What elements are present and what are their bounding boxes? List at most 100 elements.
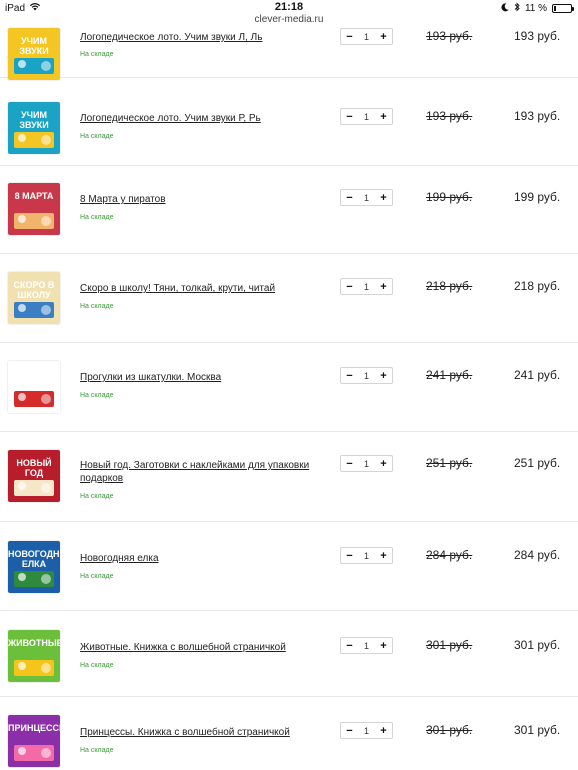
product-cover-text: ПРИНЦЕССЫ	[8, 723, 60, 733]
product-cover-text: СКОРО В ШКОЛУ	[13, 280, 55, 300]
quantity-value[interactable]: 1	[364, 32, 369, 42]
decrease-quantity-button[interactable]: −	[345, 370, 354, 382]
stock-status: На складе	[80, 133, 114, 140]
increase-quantity-button[interactable]: +	[379, 111, 388, 123]
quantity-value[interactable]: 1	[364, 551, 369, 561]
total-price: 218 руб.	[514, 279, 561, 293]
old-price: 301 руб.	[426, 723, 473, 737]
decrease-quantity-button[interactable]: −	[345, 111, 354, 123]
old-price: 193 руб.	[426, 29, 473, 43]
decrease-quantity-button[interactable]: −	[345, 725, 354, 737]
total-price: 301 руб.	[514, 638, 561, 652]
product-title-link[interactable]: Скоро в школу! Тяни, толкай, крути, чита…	[80, 282, 320, 295]
cart-row: НОВОГОДНЯЯ ЕЛКА Новогодняя елка На склад…	[0, 522, 578, 611]
increase-quantity-button[interactable]: +	[379, 458, 388, 470]
old-price: 199 руб.	[426, 190, 473, 204]
product-cover-text: УЧИМ ЗВУКИ	[19, 110, 49, 130]
stock-status: На складе	[80, 662, 114, 669]
cart-row: Прогулки из шкатулки. Москва На складе −…	[0, 343, 578, 432]
cart-row: УЧИМ ЗВУКИ Логопедическое лото. Учим зву…	[0, 0, 578, 80]
total-price: 284 руб.	[514, 548, 561, 562]
product-title-link[interactable]: Новогодняя елка	[80, 552, 320, 565]
decrease-quantity-button[interactable]: −	[345, 550, 354, 562]
product-cover-text: НОВОГОДНЯЯ ЕЛКА	[8, 549, 60, 569]
product-title-link[interactable]: Прогулки из шкатулки. Москва	[80, 371, 320, 384]
decrease-quantity-button[interactable]: −	[345, 281, 354, 293]
stock-status: На складе	[80, 747, 114, 754]
increase-quantity-button[interactable]: +	[379, 281, 388, 293]
product-thumbnail[interactable]: ЖИВОТНЫЕ	[8, 630, 60, 682]
product-cover-text: НОВЫЙ ГОД	[16, 458, 52, 478]
stock-status: На складе	[80, 392, 114, 399]
stock-status: На складе	[80, 573, 114, 580]
quantity-stepper: − 1 +	[340, 108, 393, 125]
quantity-stepper: − 1 +	[340, 722, 393, 739]
cart-list: УЧИМ ЗВУКИ Логопедическое лото. Учим зву…	[0, 0, 578, 770]
old-price: 241 руб.	[426, 368, 473, 382]
quantity-value[interactable]: 1	[364, 459, 369, 469]
cart-row: ЖИВОТНЫЕ Животные. Книжка с волшебной ст…	[0, 611, 578, 697]
increase-quantity-button[interactable]: +	[379, 550, 388, 562]
old-price: 284 руб.	[426, 548, 473, 562]
product-cover-text: УЧИМ ЗВУКИ	[19, 36, 49, 56]
increase-quantity-button[interactable]: +	[379, 640, 388, 652]
product-thumbnail[interactable]: УЧИМ ЗВУКИ	[8, 102, 60, 154]
stock-status: На складе	[80, 493, 114, 500]
cart-row: СКОРО В ШКОЛУ Скоро в школу! Тяни, толка…	[0, 254, 578, 343]
product-cover-text: 8 МАРТА	[14, 191, 54, 201]
quantity-value[interactable]: 1	[364, 726, 369, 736]
product-thumbnail[interactable]: НОВЫЙ ГОД	[8, 450, 60, 502]
product-title-link[interactable]: Логопедическое лото. Учим звуки Л, Ль	[80, 31, 320, 44]
increase-quantity-button[interactable]: +	[379, 192, 388, 204]
old-price: 301 руб.	[426, 638, 473, 652]
product-title-link[interactable]: 8 Марта у пиратов	[80, 193, 320, 206]
increase-quantity-button[interactable]: +	[379, 31, 388, 43]
quantity-value[interactable]: 1	[364, 282, 369, 292]
increase-quantity-button[interactable]: +	[379, 725, 388, 737]
quantity-value[interactable]: 1	[364, 112, 369, 122]
product-cover-text: ЖИВОТНЫЕ	[8, 638, 60, 648]
quantity-stepper: − 1 +	[340, 455, 393, 472]
product-thumbnail[interactable]: СКОРО В ШКОЛУ	[8, 272, 60, 324]
product-thumbnail[interactable]: 8 МАРТА	[8, 183, 60, 235]
stock-status: На складе	[80, 214, 114, 221]
product-thumbnail[interactable]: УЧИМ ЗВУКИ	[8, 28, 60, 80]
decrease-quantity-button[interactable]: −	[345, 640, 354, 652]
product-title-link[interactable]: Логопедическое лото. Учим звуки Р, Рь	[80, 112, 320, 125]
decrease-quantity-button[interactable]: −	[345, 31, 354, 43]
quantity-stepper: − 1 +	[340, 367, 393, 384]
product-title-link[interactable]: Животные. Книжка с волшебной страничкой	[80, 641, 320, 654]
total-price: 199 руб.	[514, 190, 561, 204]
quantity-stepper: − 1 +	[340, 28, 393, 45]
total-price: 251 руб.	[514, 456, 561, 470]
product-thumbnail[interactable]	[8, 361, 60, 413]
total-price: 241 руб.	[514, 368, 561, 382]
cart-row: 8 МАРТА 8 Марта у пиратов На складе − 1 …	[0, 166, 578, 254]
quantity-value[interactable]: 1	[364, 641, 369, 651]
stock-status: На складе	[80, 303, 114, 310]
cart-row: ПРИНЦЕССЫ Принцессы. Книжка с волшебной …	[0, 697, 578, 770]
product-title-link[interactable]: Принцессы. Книжка с волшебной страничкой	[80, 726, 320, 739]
quantity-value[interactable]: 1	[364, 371, 369, 381]
cart-row: НОВЫЙ ГОД Новый год. Заготовки с наклейк…	[0, 432, 578, 522]
quantity-stepper: − 1 +	[340, 278, 393, 295]
decrease-quantity-button[interactable]: −	[345, 192, 354, 204]
old-price: 193 руб.	[426, 109, 473, 123]
total-price: 193 руб.	[514, 109, 561, 123]
quantity-stepper: − 1 +	[340, 547, 393, 564]
product-title-link[interactable]: Новый год. Заготовки с наклейками для уп…	[80, 459, 320, 485]
quantity-stepper: − 1 +	[340, 189, 393, 206]
quantity-stepper: − 1 +	[340, 637, 393, 654]
total-price: 193 руб.	[514, 29, 561, 43]
total-price: 301 руб.	[514, 723, 561, 737]
old-price: 218 руб.	[426, 279, 473, 293]
increase-quantity-button[interactable]: +	[379, 370, 388, 382]
decrease-quantity-button[interactable]: −	[345, 458, 354, 470]
old-price: 251 руб.	[426, 456, 473, 470]
product-cover-image	[8, 361, 60, 413]
quantity-value[interactable]: 1	[364, 193, 369, 203]
cart-row: УЧИМ ЗВУКИ Логопедическое лото. Учим зву…	[0, 78, 578, 166]
product-thumbnail[interactable]: НОВОГОДНЯЯ ЕЛКА	[8, 541, 60, 593]
stock-status: На складе	[80, 51, 114, 58]
product-thumbnail[interactable]: ПРИНЦЕССЫ	[8, 715, 60, 767]
